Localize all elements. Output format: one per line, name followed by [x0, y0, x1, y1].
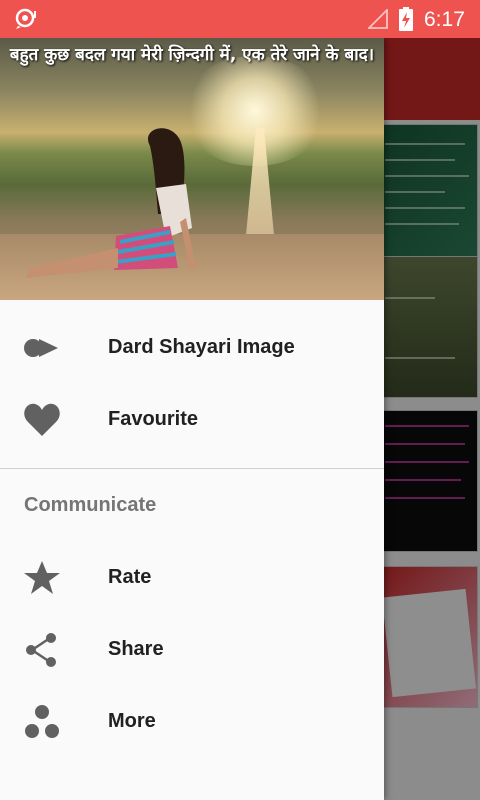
- menu-item-label: Favourite: [108, 408, 199, 430]
- gallery-icon: [24, 339, 58, 357]
- menu-item-favourite[interactable]: Favourite: [0, 384, 384, 456]
- status-bar: 6:17: [0, 0, 480, 38]
- menu-item-share[interactable]: Share: [0, 614, 384, 686]
- menu-item-label: Share: [108, 638, 164, 660]
- more-apps-icon: [25, 705, 59, 738]
- menu-item-label: Rate: [108, 566, 152, 588]
- header-caption: बहुत कुछ बदल गया मेरी ज़िन्दगी में, एक त…: [9, 45, 375, 65]
- star-icon: [24, 561, 60, 594]
- heart-icon: [24, 403, 60, 436]
- menu-item-more[interactable]: More: [0, 686, 384, 758]
- menu-item-rate[interactable]: Rate: [0, 542, 384, 614]
- girl-illustration: [26, 128, 196, 278]
- menu-item-dard-shayari-image[interactable]: Dard Shayari Image: [0, 312, 384, 384]
- battery-charging-icon: [399, 7, 413, 31]
- menu-item-label: More: [108, 710, 156, 732]
- share-icon: [26, 633, 56, 667]
- drawer-header-image: बहुत कुछ बदल गया मेरी ज़िन्दगी में, एक त…: [0, 38, 384, 300]
- clock: 6:17: [424, 8, 465, 31]
- menu-item-label: Dard Shayari Image: [108, 336, 295, 358]
- divider: [0, 468, 384, 469]
- app-notification-icon: [15, 8, 36, 29]
- navigation-drawer: बहुत कुछ बदल गया मेरी ज़िन्दगी में, एक त…: [0, 38, 384, 800]
- section-title: Communicate: [24, 494, 157, 516]
- signal-icon: [368, 9, 388, 29]
